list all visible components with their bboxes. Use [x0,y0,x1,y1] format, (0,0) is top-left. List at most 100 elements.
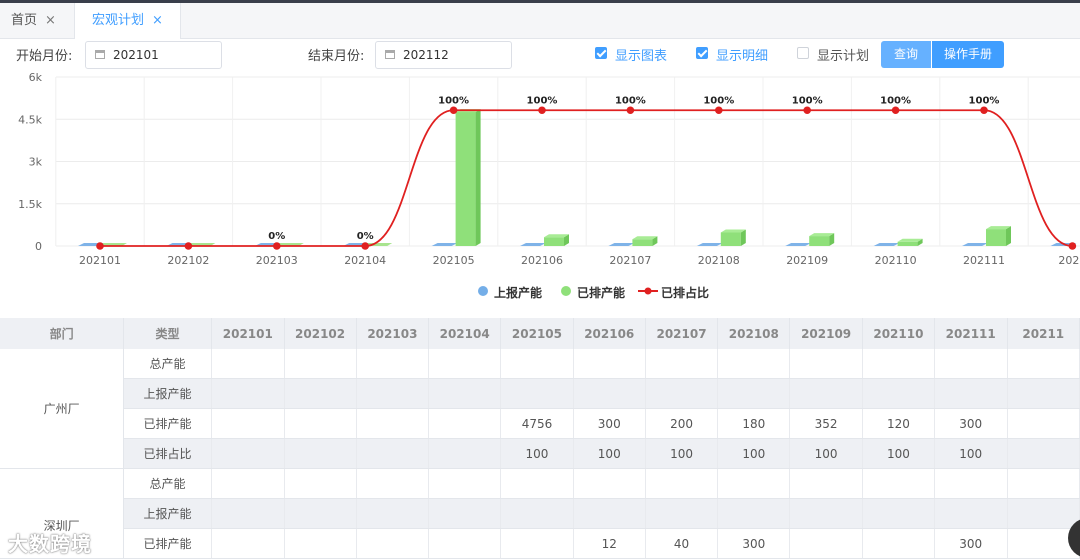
header-month: 202108 [717,318,791,349]
value-cell [862,528,935,559]
header-month: 202104 [428,318,502,349]
value-cell [862,468,935,499]
value-cell [645,498,719,529]
show-plan-checkbox[interactable] [797,47,809,59]
ratio-point [1068,242,1077,250]
legend-scheduled-label[interactable]: 已排产能 [577,284,625,301]
value-cell [356,498,430,529]
table-row: 已排产能 4756 300 200 180 352 120 300 [0,408,1080,439]
tab-macro-plan[interactable]: 宏观计划 × [74,3,181,39]
type-cell: 总产能 [123,468,212,499]
show-chart-checkbox[interactable] [595,47,607,59]
header-month: 202106 [573,318,646,349]
x-tick-label: 202108 [698,254,740,267]
value-cell [211,498,285,529]
y-tick-label: 3k [29,156,43,169]
header-type: 类型 [123,318,212,349]
value-cell [789,378,863,409]
value-cell [862,349,935,379]
query-button[interactable]: 查询 [881,41,931,68]
value-cell [211,468,285,499]
bar-scheduled-side [1006,226,1011,246]
table-header-row: 部门 类型 202101 202102 202103 202104 202105 202106… [0,318,1080,349]
end-month-picker[interactable]: 202112 [375,41,512,69]
value-cell [717,349,791,379]
value-cell: 120 [862,408,935,439]
header-dept: 部门 [0,318,125,349]
x-tick-label: 202107 [609,254,651,267]
value-cell: 100 [934,438,1008,469]
tab-home[interactable]: 首页 × [11,3,56,38]
value-cell [428,438,502,469]
type-cell: 上报产能 [123,378,212,409]
start-month-value: 202101 [113,48,159,62]
value-cell: 100 [789,438,863,469]
value-cell [211,349,285,379]
value-cell [500,468,574,499]
value-cell: 300 [717,528,791,559]
value-cell [717,378,791,409]
value-cell [284,498,357,529]
value-cell [211,438,285,469]
header-month: 202111 [934,318,1008,349]
x-tick-label: 202103 [256,254,298,267]
type-cell: 已排产能 [123,528,212,559]
bar-scheduled-side [475,109,481,246]
y-tick-label: 0 [35,240,42,253]
end-month-value: 202112 [403,48,449,62]
value-cell [500,498,574,529]
data-label: 100% [880,95,911,106]
calendar-icon [385,50,395,59]
x-tick-label: 202102 [167,254,209,267]
bar-scheduled [455,112,476,246]
value-cell: 300 [934,528,1008,559]
value-cell [284,528,357,559]
show-detail-label[interactable]: 显示明细 [716,45,768,64]
close-icon[interactable]: × [152,13,163,28]
x-tick-label: 202105 [433,254,475,267]
legend-reported-label[interactable]: 上报产能 [494,284,542,301]
value-cell [717,498,791,529]
value-cell [284,468,357,499]
ratio-point [980,106,988,115]
ratio-point [96,242,104,250]
bar-scheduled [544,237,564,246]
legend-ratio-label[interactable]: 已排占比 [661,284,709,301]
value-cell [934,468,1008,499]
header-month: 202103 [356,318,430,349]
x-tick-label: 2021 [1058,254,1080,267]
value-cell: 40 [645,528,719,559]
value-cell [789,349,863,379]
value-cell: 100 [500,438,574,469]
close-icon[interactable]: × [45,13,56,28]
header-month: 20211 [1007,318,1080,349]
value-cell [645,468,719,499]
value-cell [211,408,285,439]
value-cell: 352 [789,408,863,439]
show-plan-label[interactable]: 显示计划 [817,45,869,64]
x-tick-label: 202110 [875,254,917,267]
value-cell [500,378,574,409]
value-cell: 100 [573,438,646,469]
value-cell [500,528,574,559]
capacity-chart: 0 1.5k 3k 4.5k 6k 202101 202102 202103 202104 202… [18,71,1080,267]
manual-button[interactable]: 操作手册 [932,41,1004,68]
dept-cell: 广州厂 [0,349,125,469]
value-cell [645,349,719,379]
value-cell: 4756 [500,408,574,439]
data-label: 0% [268,231,285,242]
show-detail-checkbox[interactable] [696,47,708,59]
value-cell: 200 [645,408,719,439]
start-month-picker[interactable]: 202101 [85,41,222,69]
tab-macro-plan-label: 宏观计划 [92,13,145,28]
value-cell [717,468,791,499]
value-cell [934,498,1008,529]
data-label: 100% [527,95,558,106]
table-row: 上报产能 [0,378,1080,409]
value-cell [1007,349,1080,379]
value-cell [356,349,430,379]
value-cell [1007,468,1080,499]
start-month-label: 开始月份: [16,49,73,64]
show-chart-label[interactable]: 显示图表 [615,45,667,64]
table-row: 上报产能 [0,498,1080,529]
